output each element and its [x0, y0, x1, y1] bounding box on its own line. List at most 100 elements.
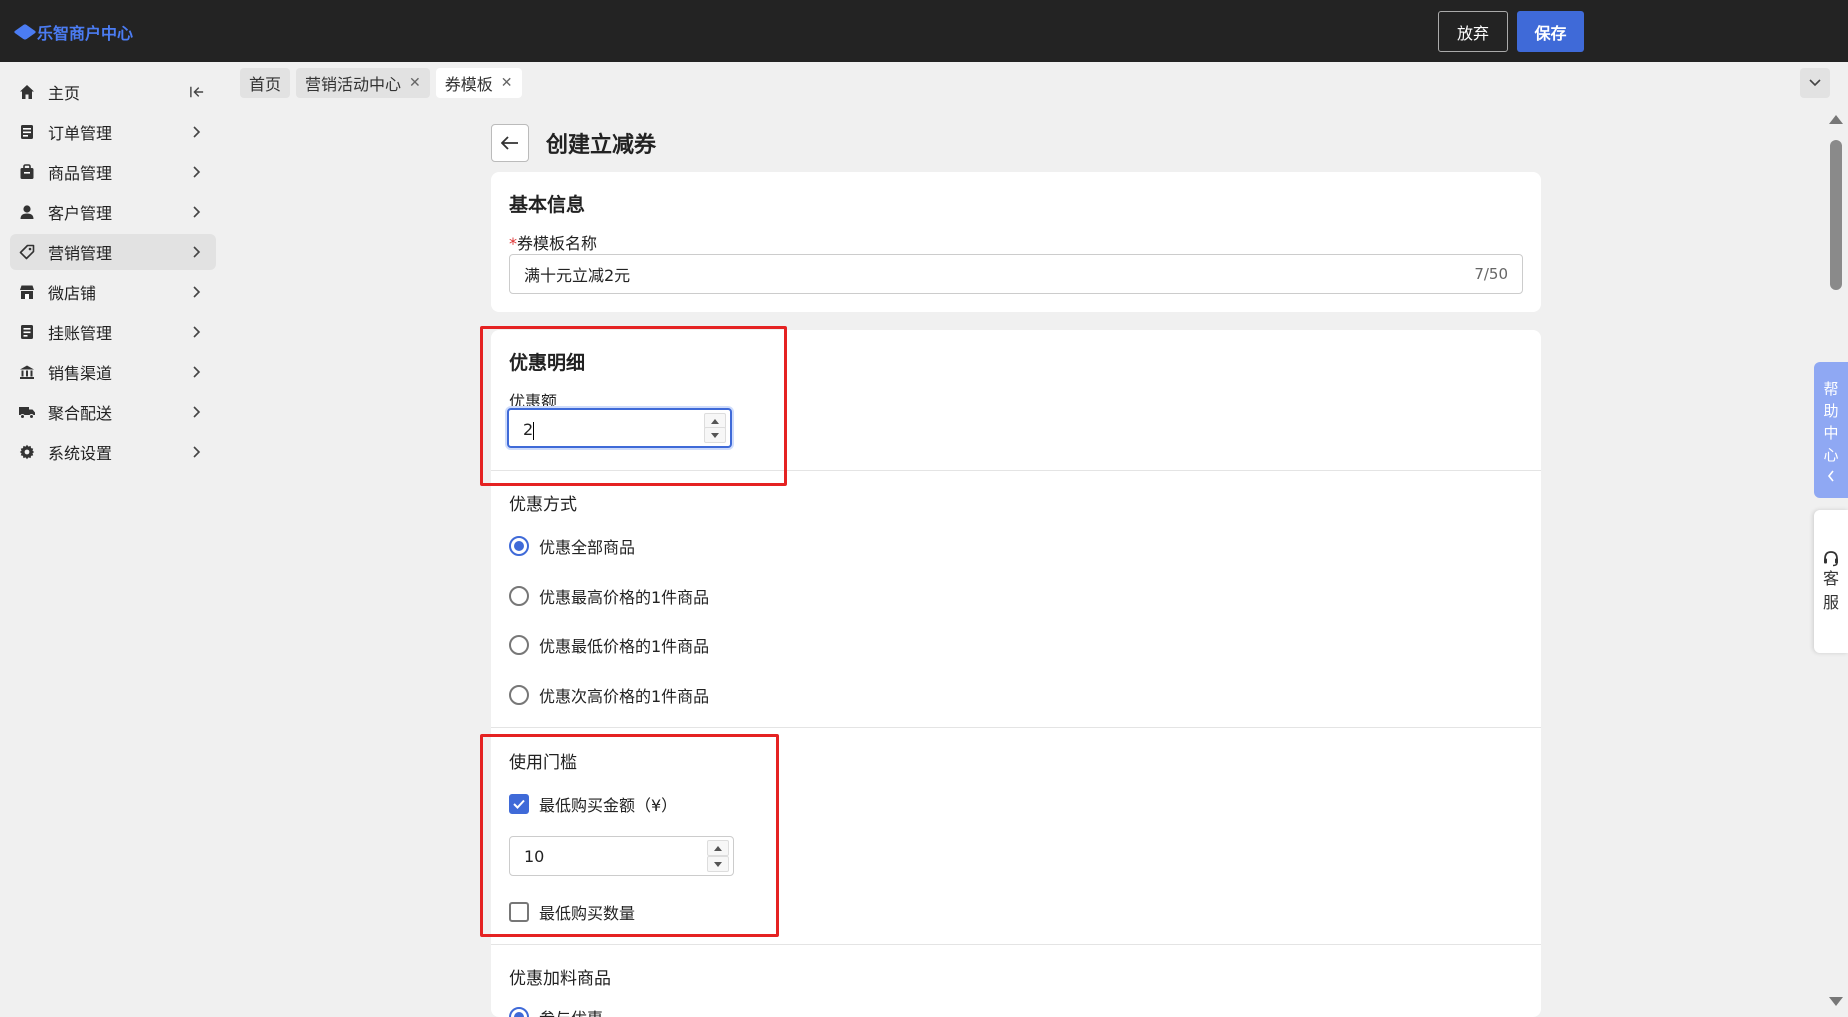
sidebar-item-label: 商品管理: [48, 164, 113, 183]
required-mark: *: [509, 234, 517, 253]
chevron-left-icon: [1827, 470, 1834, 482]
caret-up-icon: [711, 418, 719, 424]
home-icon: [18, 83, 36, 101]
discount-mode-option[interactable]: 优惠次高价格的1件商品: [509, 683, 709, 707]
option-label: 最低购买数量: [539, 904, 636, 923]
radio-button[interactable]: [509, 536, 529, 556]
chevron-right-icon: [190, 165, 204, 179]
scroll-down-arrow-icon[interactable]: [1829, 997, 1843, 1006]
divider: [491, 470, 1541, 471]
radio-button[interactable]: [509, 685, 529, 705]
template-name-value: 满十元立减2元: [524, 266, 631, 285]
close-icon[interactable]: ✕: [409, 75, 421, 91]
sidebar-item-ledger[interactable]: 挂账管理: [10, 314, 216, 350]
sidebar-item-sales-channel[interactable]: 销售渠道: [10, 354, 216, 390]
sidebar-item-settings[interactable]: 系统设置: [10, 434, 216, 470]
sidebar-item-label: 订单管理: [48, 124, 113, 143]
discount-detail-title: 优惠明细: [509, 352, 586, 374]
char-counter: 7/50: [1474, 265, 1508, 283]
discount-amount-value: 2: [523, 420, 535, 440]
help-center-tab[interactable]: 帮 助 中 心: [1814, 362, 1848, 498]
scroll-up-arrow-icon[interactable]: [1829, 115, 1843, 124]
sidebar-item-marketing[interactable]: 营销管理: [10, 234, 216, 270]
checkmark-icon: [513, 799, 525, 809]
tabs-dropdown-button[interactable]: [1800, 68, 1830, 98]
sidebar-item-label: 销售渠道: [48, 364, 113, 383]
app-logo[interactable]: 乐智商户中心: [13, 20, 133, 44]
discount-amount-input[interactable]: 2: [507, 408, 732, 448]
decrement-button[interactable]: [707, 856, 729, 872]
user-icon: [18, 203, 36, 221]
text-cursor: [533, 421, 535, 440]
radio-button[interactable]: [509, 1007, 529, 1017]
top-bar: 乐智商户中心 放弃 保存: [0, 0, 1848, 62]
min-amount-input[interactable]: 10: [509, 836, 734, 876]
coupon-detail-card: 优惠明细 优惠额 2 优惠方式 优惠全部商品 优惠最高价格的1件商品 优惠最低价…: [491, 330, 1541, 1017]
sidebar-item-orders[interactable]: 订单管理: [10, 114, 216, 150]
save-button[interactable]: 保存: [1517, 11, 1584, 52]
discount-mode-option[interactable]: 优惠最高价格的1件商品: [509, 584, 709, 608]
bank-icon: [18, 363, 36, 381]
logo-icon: [13, 23, 37, 41]
radio-button[interactable]: [509, 586, 529, 606]
service-char: 服: [1822, 592, 1839, 612]
chevron-right-icon: [190, 125, 204, 139]
option-label: 参与优惠: [539, 1005, 603, 1017]
sidebar-item-label: 微店铺: [48, 284, 97, 303]
option-label: 优惠最低价格的1件商品: [539, 637, 710, 656]
chevron-right-icon: [190, 205, 204, 219]
tab-home[interactable]: 首页: [240, 68, 291, 98]
min-quantity-option[interactable]: 最低购买数量: [509, 900, 635, 924]
template-name-input[interactable]: 满十元立减2元 7/50: [509, 254, 1523, 294]
back-button[interactable]: [491, 124, 529, 162]
close-icon[interactable]: ✕: [501, 75, 513, 91]
divider: [491, 944, 1541, 945]
sidebar-item-home[interactable]: 主页: [10, 74, 216, 110]
store-icon: [18, 283, 36, 301]
checkbox[interactable]: [509, 902, 529, 922]
help-char: 心: [1823, 446, 1839, 464]
decrement-button[interactable]: [704, 427, 726, 443]
sidebar-item-goods[interactable]: 商品管理: [10, 154, 216, 190]
scroll-thumb[interactable]: [1830, 140, 1842, 290]
sidebar-item-label: 系统设置: [48, 444, 113, 463]
sidebar-item-label: 客户管理: [48, 204, 113, 223]
basic-info-title: 基本信息: [509, 194, 586, 216]
sidebar-item-delivery[interactable]: 聚合配送: [10, 394, 216, 430]
template-name-label-text: 券模板名称: [517, 234, 598, 253]
basic-info-card: 基本信息 *券模板名称 满十元立减2元 7/50: [491, 172, 1541, 312]
radio-button[interactable]: [509, 635, 529, 655]
discount-mode-option[interactable]: 优惠最低价格的1件商品: [509, 633, 709, 657]
tab-coupon-template[interactable]: 券模板 ✕: [435, 68, 522, 98]
min-amount-value: 10: [524, 847, 545, 866]
min-amount-option[interactable]: 最低购买金额（¥）: [509, 792, 677, 816]
option-label: 优惠次高价格的1件商品: [539, 687, 710, 706]
increment-button[interactable]: [707, 840, 729, 856]
sidebar-item-label: 主页: [48, 84, 81, 103]
discount-mode-label: 优惠方式: [509, 495, 577, 515]
discard-button[interactable]: 放弃: [1438, 11, 1508, 52]
chevron-right-icon: [190, 285, 204, 299]
help-char: 中: [1823, 424, 1839, 442]
help-char: 助: [1823, 402, 1839, 420]
sidebar-item-label: 挂账管理: [48, 324, 113, 343]
chevron-right-icon: [190, 245, 204, 259]
chevron-down-icon: [1809, 79, 1821, 87]
tab-marketing-center[interactable]: 营销活动中心 ✕: [296, 68, 430, 98]
sidebar-item-micro-store[interactable]: 微店铺: [10, 274, 216, 310]
option-label: 优惠全部商品: [539, 538, 636, 557]
collapse-sidebar-icon[interactable]: [190, 85, 204, 99]
caret-down-icon: [711, 432, 719, 438]
caret-down-icon: [714, 861, 722, 867]
checkbox[interactable]: [509, 794, 529, 814]
service-char: 客: [1822, 568, 1839, 588]
addon-option[interactable]: 参与优惠: [509, 1005, 603, 1017]
arrow-left-icon: [501, 136, 518, 150]
discount-mode-option[interactable]: 优惠全部商品: [509, 534, 635, 558]
customer-service-tab[interactable]: 客 服: [1814, 510, 1848, 653]
tab-label: 首页: [249, 75, 282, 94]
sidebar-item-customers[interactable]: 客户管理: [10, 194, 216, 230]
tab-label: 券模板: [444, 75, 493, 94]
option-label: 优惠最高价格的1件商品: [539, 588, 710, 607]
chevron-right-icon: [190, 365, 204, 379]
